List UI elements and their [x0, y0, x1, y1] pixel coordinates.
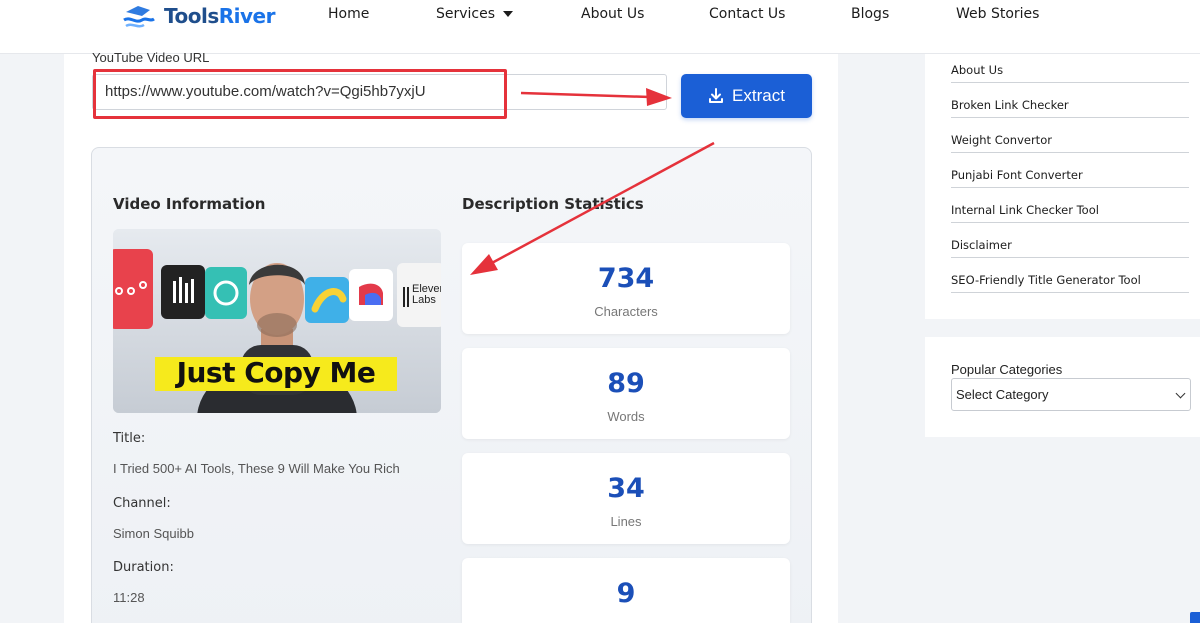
stat-card-fourth: 9	[462, 558, 790, 623]
sidebar-link-internal-link-checker[interactable]: Internal Link Checker Tool	[951, 203, 1189, 223]
stat-words-label: Words	[607, 409, 645, 424]
logo-icon	[120, 2, 160, 30]
channel-value: Simon Squibb	[113, 526, 194, 541]
stat-lines-label: Lines	[610, 514, 642, 529]
title-value: I Tried 500+ AI Tools, These 9 Will Make…	[113, 461, 400, 476]
nav-contact-us[interactable]: Contact Us	[709, 6, 785, 22]
title-label: Title:	[113, 431, 146, 446]
download-icon	[709, 88, 724, 103]
extract-button[interactable]: Extract	[681, 74, 812, 118]
nav-web-stories[interactable]: Web Stories	[956, 6, 1039, 22]
stat-fourth-value: 9	[616, 578, 636, 609]
video-info-heading: Video Information	[113, 195, 266, 213]
logo-text: ToolsRiver	[164, 4, 275, 28]
nav-services-label: Services	[436, 6, 496, 22]
site-logo[interactable]: ToolsRiver	[120, 2, 275, 30]
nav-about-us[interactable]: About Us	[581, 6, 644, 22]
thumbnail-caption: Just Copy Me	[176, 356, 376, 389]
stat-card-characters: 734 Characters	[462, 243, 790, 334]
url-label: YouTube Video URL	[92, 50, 210, 65]
corner-widget-icon[interactable]	[1190, 612, 1200, 623]
stat-words-value: 89	[607, 368, 645, 399]
caret-down-icon	[503, 11, 514, 17]
stat-card-lines: 34 Lines	[462, 453, 790, 544]
site-header: ToolsRiver Home Services About Us Contac…	[0, 0, 1200, 54]
chevron-down-icon	[1175, 388, 1186, 399]
extract-button-label: Extract	[732, 86, 785, 105]
sidebar-link-seo-title-generator[interactable]: SEO-Friendly Title Generator Tool	[951, 273, 1189, 293]
youtube-url-input[interactable]: https://www.youtube.com/watch?v=Qgi5hb7y…	[92, 74, 667, 110]
duration-value: 11:28	[113, 590, 145, 605]
stat-lines-value: 34	[607, 473, 645, 504]
sidebar-link-broken-link-checker[interactable]: Broken Link Checker	[951, 98, 1189, 118]
duration-label: Duration:	[113, 560, 174, 575]
stat-characters-value: 734	[597, 263, 655, 294]
category-select-value: Select Category	[956, 387, 1049, 402]
sidebar-link-about-us[interactable]: About Us	[951, 63, 1189, 83]
description-stats-heading: Description Statistics	[462, 195, 644, 213]
nav-blogs[interactable]: Blogs	[851, 6, 889, 22]
sidebar-link-disclaimer[interactable]: Disclaimer	[951, 238, 1189, 258]
video-thumbnail: Eleven Labs Just Copy Me	[113, 229, 441, 413]
nav-home[interactable]: Home	[328, 6, 369, 22]
stat-characters-label: Characters	[594, 304, 658, 319]
category-select[interactable]: Select Category	[951, 378, 1191, 411]
popular-categories-title: Popular Categories	[951, 362, 1063, 377]
sidebar-link-weight-convertor[interactable]: Weight Convertor	[951, 133, 1189, 153]
channel-label: Channel:	[113, 496, 171, 511]
thumbnail-badge-text: Eleven Labs	[412, 283, 441, 306]
nav-services[interactable]: Services	[436, 6, 514, 22]
stat-card-words: 89 Words	[462, 348, 790, 439]
sidebar-link-punjabi-font-converter[interactable]: Punjabi Font Converter	[951, 168, 1189, 188]
